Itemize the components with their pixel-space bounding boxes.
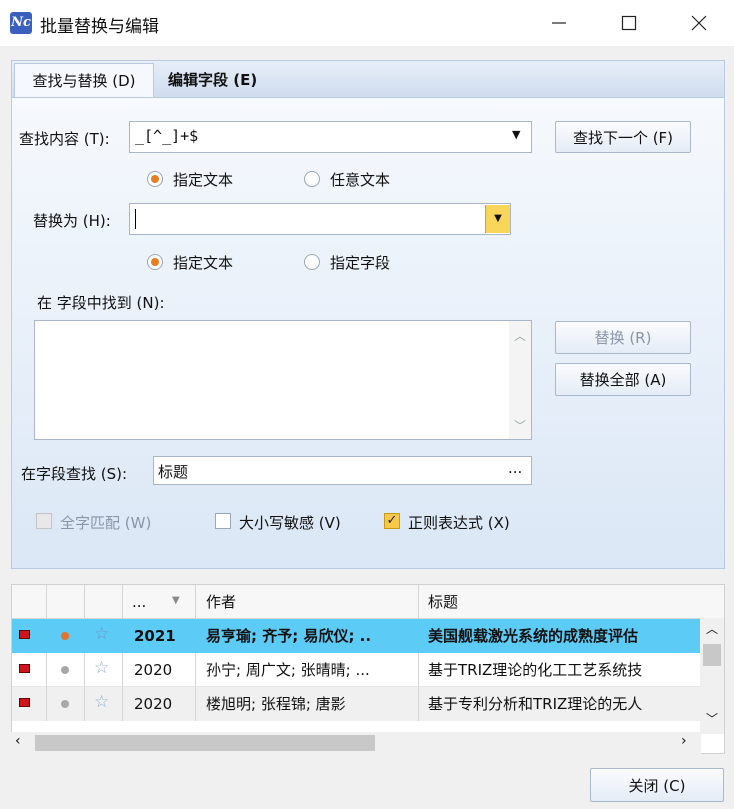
whole-word-checkbox[interactable]	[36, 513, 52, 529]
scroll-up-icon[interactable]: ︿	[514, 327, 526, 344]
close-icon[interactable]	[664, 0, 734, 46]
window-title: 批量替换与编辑	[40, 17, 159, 37]
title-header[interactable]: 标题	[420, 585, 720, 619]
author-cell: 楼旭明; 张程锦; 唐影	[206, 695, 346, 713]
scroll-down-icon[interactable]: ﹀	[514, 417, 526, 434]
regex-label: 正则表达式 (X)	[408, 514, 510, 532]
found-field-list[interactable]: ︿ ﹀	[34, 320, 532, 440]
whole-word-label: 全字匹配 (W)	[60, 514, 152, 532]
replace-option-specified-radio[interactable]	[147, 254, 163, 270]
chevron-down-icon[interactable]: ▼	[512, 128, 520, 141]
author-cell: 易亨瑜; 齐予; 易欣仪; ..	[206, 627, 372, 645]
title-cell: 基于专利分析和TRIZ理论的无人	[428, 695, 643, 713]
scroll-thumb[interactable]	[35, 735, 375, 751]
star-icon[interactable]: ☆	[94, 692, 109, 712]
text-cursor	[135, 209, 136, 229]
scroll-down-icon[interactable]: ﹀	[706, 710, 718, 727]
more-button[interactable]: ...	[508, 459, 522, 477]
find-option-specified-radio[interactable]	[147, 171, 163, 187]
find-input[interactable]: _[^_]+$ ▼	[129, 121, 532, 153]
scroll-left-icon[interactable]: ‹	[15, 733, 21, 749]
replace-all-button[interactable]: 替换全部 (A)	[555, 363, 691, 396]
case-sensitive-label: 大小写敏感 (V)	[239, 514, 341, 532]
chevron-down-icon[interactable]: ▼	[485, 205, 510, 233]
case-sensitive-checkbox[interactable]	[215, 513, 231, 529]
year-cell: 2020	[134, 661, 173, 679]
replace-option-field-radio[interactable]	[304, 254, 320, 270]
tab-find-replace[interactable]: 查找与替换 (D)	[14, 63, 154, 97]
search-field-input[interactable]: 标题 ...	[153, 456, 532, 485]
table-header: ... ▼ 作者 标题	[12, 585, 724, 619]
title-cell: 美国舰载激光系统的成熟度评估	[428, 627, 639, 645]
replace-button[interactable]: 替换 (R)	[555, 321, 691, 354]
found-in-field-label: 在 字段中找到 (N):	[37, 294, 165, 312]
star-icon[interactable]: ☆	[94, 658, 109, 678]
search-field-label: 在字段查找 (S):	[21, 465, 128, 483]
scroll-thumb[interactable]	[703, 644, 721, 666]
search-field-value: 标题	[158, 463, 189, 481]
star-icon[interactable]: ☆	[94, 624, 109, 644]
replace-option-specified-label: 指定文本	[173, 254, 234, 272]
find-option-specified-label: 指定文本	[173, 171, 234, 189]
app-icon: Nc	[10, 12, 32, 34]
year-cell: 2021	[134, 627, 176, 645]
sort-desc-icon[interactable]: ▼	[172, 595, 180, 606]
scroll-up-icon[interactable]: ︿	[706, 620, 718, 637]
regex-checkbox[interactable]: ✓	[384, 513, 400, 529]
author-cell: 孙宁; 周广文; 张晴晴; ...	[206, 661, 370, 679]
scroll-right-icon[interactable]: ›	[681, 733, 687, 749]
year-header[interactable]: ...	[124, 585, 164, 619]
flag-icon	[19, 630, 30, 639]
maximize-icon[interactable]	[594, 0, 664, 46]
read-status-icon	[61, 666, 69, 674]
flag-icon	[19, 664, 30, 673]
close-button[interactable]: 关闭 (C)	[590, 768, 724, 802]
table-row[interactable]: ☆ 2020 楼旭明; 张程锦; 唐影 基于专利分析和TRIZ理论的无人	[12, 687, 724, 721]
find-option-any-label: 任意文本	[330, 171, 391, 189]
replace-label: 替换为 (H):	[33, 212, 111, 230]
replace-input[interactable]: ▼	[129, 203, 511, 235]
find-label: 查找内容 (T):	[19, 130, 110, 148]
find-next-button[interactable]: 查找下一个 (F)	[555, 121, 691, 153]
read-status-icon	[61, 632, 69, 640]
title-cell: 基于TRIZ理论的化工工艺系统技	[428, 661, 643, 679]
minimize-icon[interactable]	[524, 0, 594, 46]
table-vertical-scrollbar[interactable]: ︿ ﹀	[700, 618, 724, 734]
find-input-value: _[^_]+$	[135, 127, 199, 145]
replace-option-field-label: 指定字段	[330, 254, 391, 272]
find-option-any-radio[interactable]	[304, 171, 320, 187]
read-status-icon	[61, 700, 69, 708]
flag-icon	[19, 698, 30, 707]
list-scrollbar[interactable]: ︿ ﹀	[509, 321, 531, 439]
table-horizontal-scrollbar[interactable]: ‹ ›	[11, 732, 701, 754]
results-table[interactable]: ... ▼ 作者 标题 ☆ 2021 易亨瑜; 齐予; 易欣仪; .. 美国舰载…	[11, 584, 725, 754]
table-row[interactable]: ☆ 2020 孙宁; 周广文; 张晴晴; ... 基于TRIZ理论的化工工艺系统…	[12, 653, 724, 687]
author-header[interactable]: 作者	[198, 585, 408, 619]
year-cell: 2020	[134, 695, 173, 713]
table-row[interactable]: ☆ 2021 易亨瑜; 齐予; 易欣仪; .. 美国舰载激光系统的成熟度评估	[12, 619, 724, 653]
tab-edit-fields[interactable]: 编辑字段 (E)	[158, 63, 278, 97]
